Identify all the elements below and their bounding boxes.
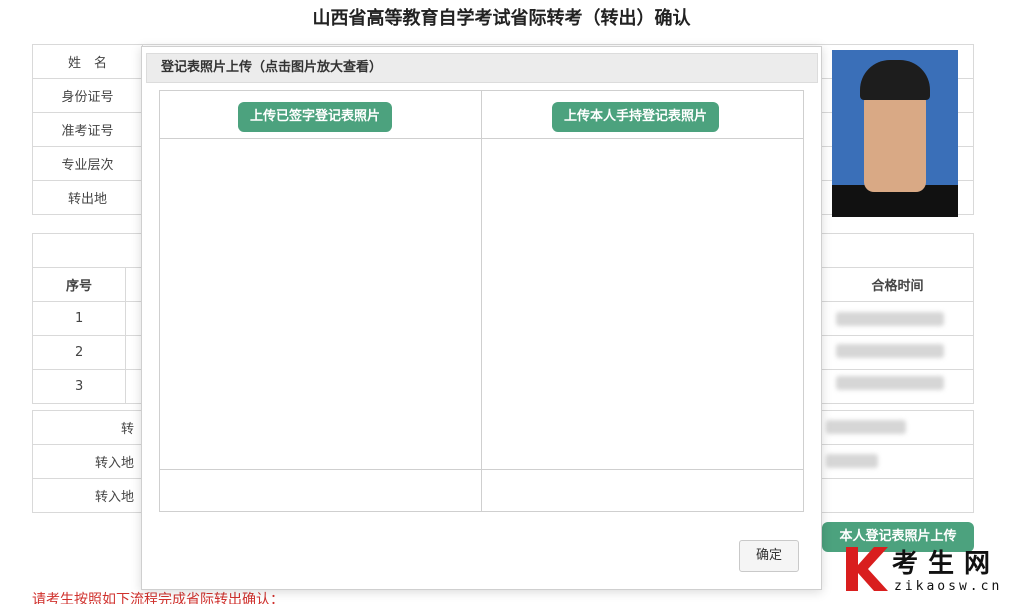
row-index: 3 [32, 369, 126, 404]
signed-form-column: 上传已签字登记表照片 [160, 91, 482, 511]
row-index: 1 [32, 301, 126, 336]
row-index: 2 [32, 335, 126, 370]
id-number-label: 身份证号 [32, 78, 143, 113]
photo-upload-modal: 登记表照片上传（点击图片放大查看） 上传已签字登记表照片 上传本人手持登记表照片… [141, 46, 822, 590]
logo-cn-text: 考生网 [892, 549, 1001, 579]
col-index-header: 序号 [32, 267, 126, 302]
page-root: 山西省高等教育自学考试省际转考（转出）确认 姓 名 身份证号 准考证号 专业层次… [0, 0, 1029, 604]
logo-en-text: zikaosw.cn [894, 579, 1003, 594]
confirm-button[interactable]: 确定 [739, 540, 799, 572]
exam-number-label: 准考证号 [32, 112, 143, 147]
major-level-label: 专业层次 [32, 146, 143, 181]
transfer-label: 转 [32, 410, 143, 445]
transfer-in-label: 转入地 [32, 444, 143, 479]
upload-grid: 上传已签字登记表照片 上传本人手持登记表照片 [159, 90, 804, 512]
name-label: 姓 名 [32, 44, 143, 79]
upload-signed-form-button[interactable]: 上传已签字登记表照片 [238, 102, 393, 132]
transfer-in-label: 转入地 [32, 478, 143, 513]
transfer-out-label: 转出地 [32, 180, 143, 215]
site-logo: 考生网 zikaosw.cn [846, 543, 1022, 601]
modal-header: 登记表照片上传（点击图片放大查看） [146, 53, 818, 83]
redacted-time [836, 312, 944, 326]
notice-text: 请考生按照如下流程完成省际转出确认： [32, 592, 284, 604]
col-time-header: 合格时间 [821, 267, 974, 302]
redacted-time [836, 344, 944, 358]
handheld-form-column: 上传本人手持登记表照片 [482, 91, 803, 511]
upload-handheld-form-button[interactable]: 上传本人手持登记表照片 [552, 102, 720, 132]
k-logo-icon [846, 547, 888, 591]
redacted-value [826, 454, 878, 468]
redacted-value [826, 420, 906, 434]
page-title: 山西省高等教育自学考试省际转考（转出）确认 [312, 8, 691, 29]
redacted-time [836, 376, 944, 390]
student-photo [832, 50, 958, 217]
